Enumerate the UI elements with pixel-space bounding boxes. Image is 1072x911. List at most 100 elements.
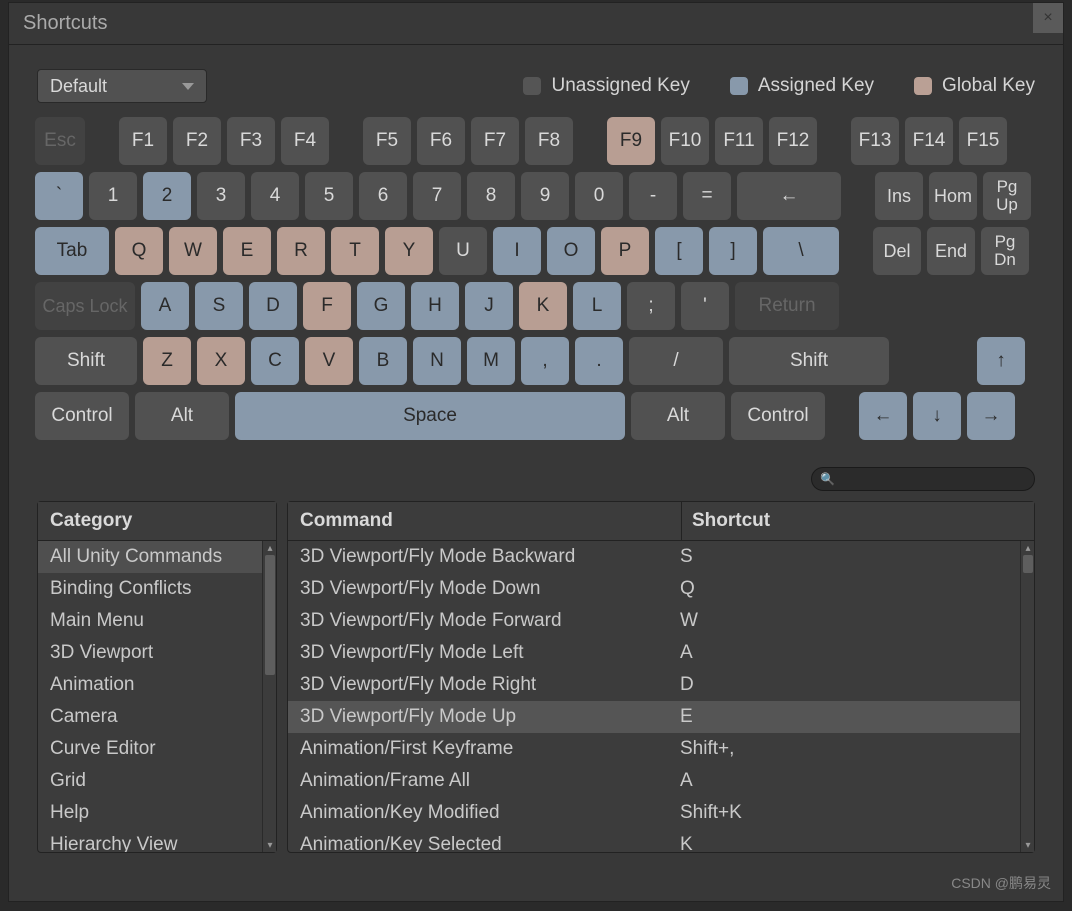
- scroll-thumb[interactable]: [1023, 555, 1033, 573]
- key-h[interactable]: H: [411, 282, 459, 330]
- category-item[interactable]: Animation: [38, 669, 262, 701]
- key-end[interactable]: End: [927, 227, 975, 275]
- key-2[interactable]: 2: [143, 172, 191, 220]
- key-right[interactable]: →: [967, 392, 1015, 440]
- key-x[interactable]: X: [197, 337, 245, 385]
- command-row[interactable]: 3D Viewport/Fly Mode LeftA: [288, 637, 1020, 669]
- key-f7[interactable]: F7: [471, 117, 519, 165]
- key-home[interactable]: Hom: [929, 172, 977, 220]
- key-w[interactable]: W: [169, 227, 217, 275]
- key-d[interactable]: D: [249, 282, 297, 330]
- key-period[interactable]: .: [575, 337, 623, 385]
- category-item[interactable]: Hierarchy View: [38, 829, 262, 852]
- category-item[interactable]: Grid: [38, 765, 262, 797]
- scroll-down-icon[interactable]: ▾: [263, 838, 276, 852]
- key-backslash[interactable]: \: [763, 227, 839, 275]
- key-control-right[interactable]: Control: [731, 392, 825, 440]
- key-a[interactable]: A: [141, 282, 189, 330]
- key-comma[interactable]: ,: [521, 337, 569, 385]
- key-down[interactable]: ↓: [913, 392, 961, 440]
- scroll-up-icon[interactable]: ▴: [1021, 541, 1034, 555]
- close-button[interactable]: ×: [1033, 3, 1063, 33]
- key-caps[interactable]: Caps Lock: [35, 282, 135, 330]
- key-f15[interactable]: F15: [959, 117, 1007, 165]
- key-f1[interactable]: F1: [119, 117, 167, 165]
- category-item[interactable]: Help: [38, 797, 262, 829]
- key-f9[interactable]: F9: [607, 117, 655, 165]
- key-m[interactable]: M: [467, 337, 515, 385]
- key-f5[interactable]: F5: [363, 117, 411, 165]
- command-list[interactable]: 3D Viewport/Fly Mode BackwardS3D Viewpor…: [288, 541, 1020, 852]
- command-row[interactable]: 3D Viewport/Fly Mode DownQ: [288, 573, 1020, 605]
- key-alt-left[interactable]: Alt: [135, 392, 229, 440]
- command-row[interactable]: 3D Viewport/Fly Mode BackwardS: [288, 541, 1020, 573]
- category-scrollbar[interactable]: ▴ ▾: [262, 541, 276, 852]
- key-j[interactable]: J: [465, 282, 513, 330]
- key-esc[interactable]: Esc: [35, 117, 85, 165]
- key-space[interactable]: Space: [235, 392, 625, 440]
- key-f11[interactable]: F11: [715, 117, 763, 165]
- key-e[interactable]: E: [223, 227, 271, 275]
- key-up[interactable]: ↑: [977, 337, 1025, 385]
- key-s[interactable]: S: [195, 282, 243, 330]
- key-3[interactable]: 3: [197, 172, 245, 220]
- key-tab[interactable]: Tab: [35, 227, 109, 275]
- key-l[interactable]: L: [573, 282, 621, 330]
- profile-dropdown[interactable]: Default: [37, 69, 207, 103]
- key-f10[interactable]: F10: [661, 117, 709, 165]
- command-row[interactable]: Animation/Key ModifiedShift+K: [288, 797, 1020, 829]
- key-4[interactable]: 4: [251, 172, 299, 220]
- key-slash[interactable]: /: [629, 337, 723, 385]
- key-quote[interactable]: ': [681, 282, 729, 330]
- key-f14[interactable]: F14: [905, 117, 953, 165]
- key-control-left[interactable]: Control: [35, 392, 129, 440]
- key-f6[interactable]: F6: [417, 117, 465, 165]
- scroll-down-icon[interactable]: ▾: [1021, 838, 1034, 852]
- category-item[interactable]: Curve Editor: [38, 733, 262, 765]
- command-row[interactable]: 3D Viewport/Fly Mode ForwardW: [288, 605, 1020, 637]
- key-c[interactable]: C: [251, 337, 299, 385]
- key-f12[interactable]: F12: [769, 117, 817, 165]
- key-del[interactable]: Del: [873, 227, 921, 275]
- command-row[interactable]: 3D Viewport/Fly Mode RightD: [288, 669, 1020, 701]
- key-o[interactable]: O: [547, 227, 595, 275]
- key-lbracket[interactable]: [: [655, 227, 703, 275]
- key-shift-right[interactable]: Shift: [729, 337, 889, 385]
- key-y[interactable]: Y: [385, 227, 433, 275]
- key-t[interactable]: T: [331, 227, 379, 275]
- key-backtick[interactable]: `: [35, 172, 83, 220]
- key-1[interactable]: 1: [89, 172, 137, 220]
- key-r[interactable]: R: [277, 227, 325, 275]
- key-pgup[interactable]: Pg Up: [983, 172, 1031, 220]
- key-pgdn[interactable]: Pg Dn: [981, 227, 1029, 275]
- category-item[interactable]: Binding Conflicts: [38, 573, 262, 605]
- key-return[interactable]: Return: [735, 282, 839, 330]
- search-input[interactable]: 🔍: [811, 467, 1035, 491]
- key-z[interactable]: Z: [143, 337, 191, 385]
- key-backspace[interactable]: ←: [737, 172, 841, 220]
- category-list[interactable]: All Unity CommandsBinding ConflictsMain …: [38, 541, 262, 852]
- key-v[interactable]: V: [305, 337, 353, 385]
- command-row[interactable]: Animation/Key SelectedK: [288, 829, 1020, 852]
- key-8[interactable]: 8: [467, 172, 515, 220]
- command-scrollbar[interactable]: ▴ ▾: [1020, 541, 1034, 852]
- key-u[interactable]: U: [439, 227, 487, 275]
- key-6[interactable]: 6: [359, 172, 407, 220]
- key-f[interactable]: F: [303, 282, 351, 330]
- key-rbracket[interactable]: ]: [709, 227, 757, 275]
- key-i[interactable]: I: [493, 227, 541, 275]
- key-equals[interactable]: =: [683, 172, 731, 220]
- key-semicolon[interactable]: ;: [627, 282, 675, 330]
- key-q[interactable]: Q: [115, 227, 163, 275]
- key-n[interactable]: N: [413, 337, 461, 385]
- key-f13[interactable]: F13: [851, 117, 899, 165]
- key-minus[interactable]: -: [629, 172, 677, 220]
- key-ins[interactable]: Ins: [875, 172, 923, 220]
- category-item[interactable]: 3D Viewport: [38, 637, 262, 669]
- scroll-up-icon[interactable]: ▴: [263, 541, 276, 555]
- key-left[interactable]: ←: [859, 392, 907, 440]
- command-row[interactable]: Animation/First KeyframeShift+,: [288, 733, 1020, 765]
- key-b[interactable]: B: [359, 337, 407, 385]
- key-5[interactable]: 5: [305, 172, 353, 220]
- key-7[interactable]: 7: [413, 172, 461, 220]
